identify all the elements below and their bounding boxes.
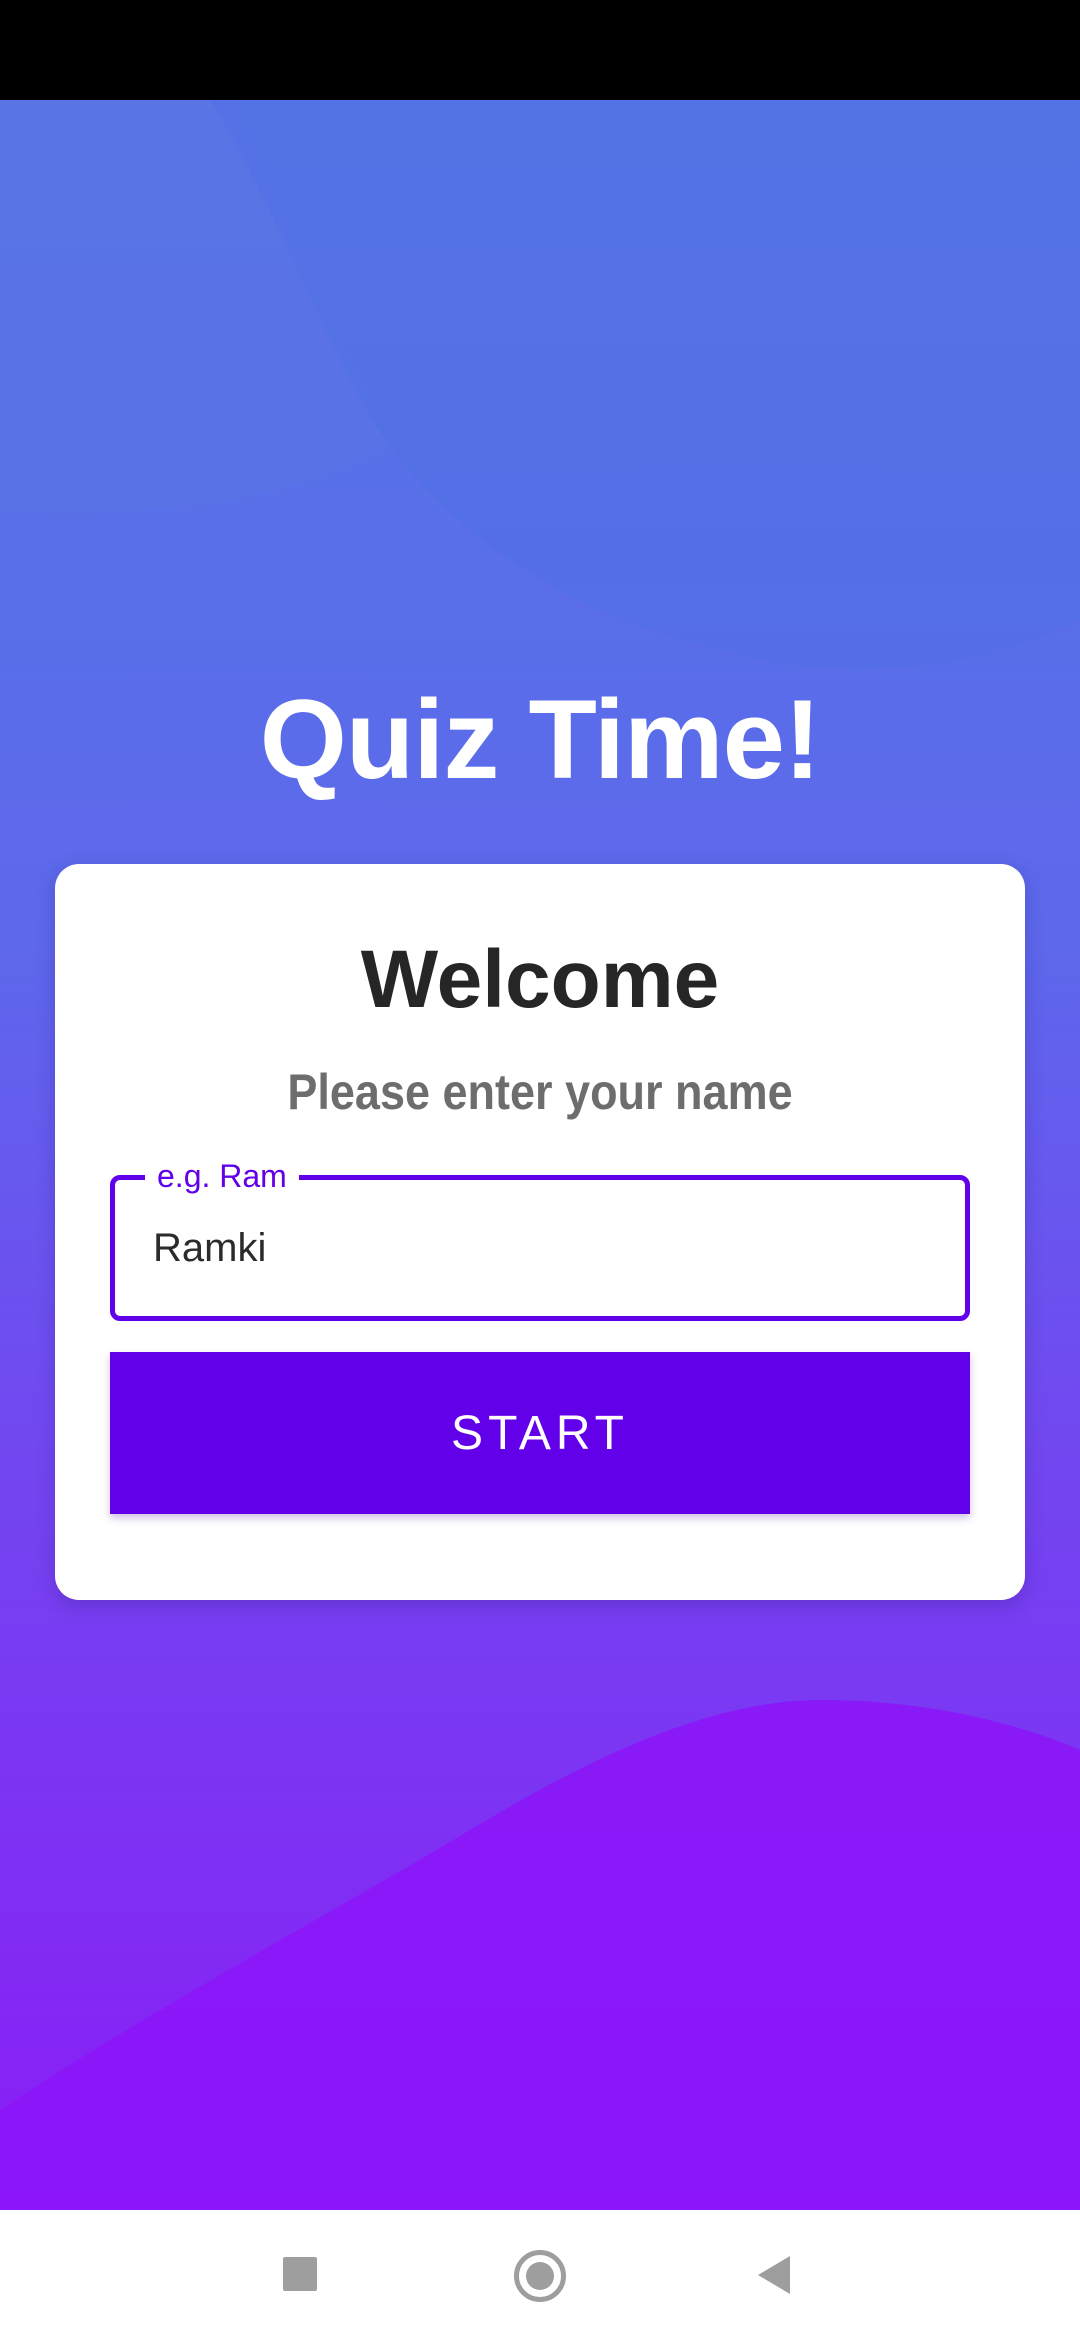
home-button[interactable]	[460, 2210, 620, 2340]
recent-apps-icon	[283, 2257, 317, 2291]
back-icon	[758, 2256, 790, 2294]
back-button[interactable]	[695, 2210, 855, 2340]
welcome-card: Welcome Please enter your name e.g. Ram …	[55, 864, 1025, 1600]
navigation-bar	[0, 2210, 1080, 2340]
home-icon	[514, 2250, 566, 2302]
page-title: Quiz Time!	[259, 677, 821, 802]
app-background: Quiz Time! Welcome Please enter your nam…	[0, 100, 1080, 2210]
start-button[interactable]: START	[110, 1352, 970, 1514]
recent-apps-button[interactable]	[220, 2210, 380, 2340]
name-field[interactable]: e.g. Ram	[110, 1154, 970, 1321]
name-field-label: e.g. Ram	[145, 1154, 299, 1198]
status-bar	[0, 0, 1080, 100]
name-prompt: Please enter your name	[287, 1064, 793, 1120]
screen: Quiz Time! Welcome Please enter your nam…	[0, 0, 1080, 2340]
bottom-wave	[0, 1700, 1080, 2210]
welcome-heading: Welcome	[360, 934, 720, 1025]
name-input[interactable]	[153, 1218, 933, 1278]
